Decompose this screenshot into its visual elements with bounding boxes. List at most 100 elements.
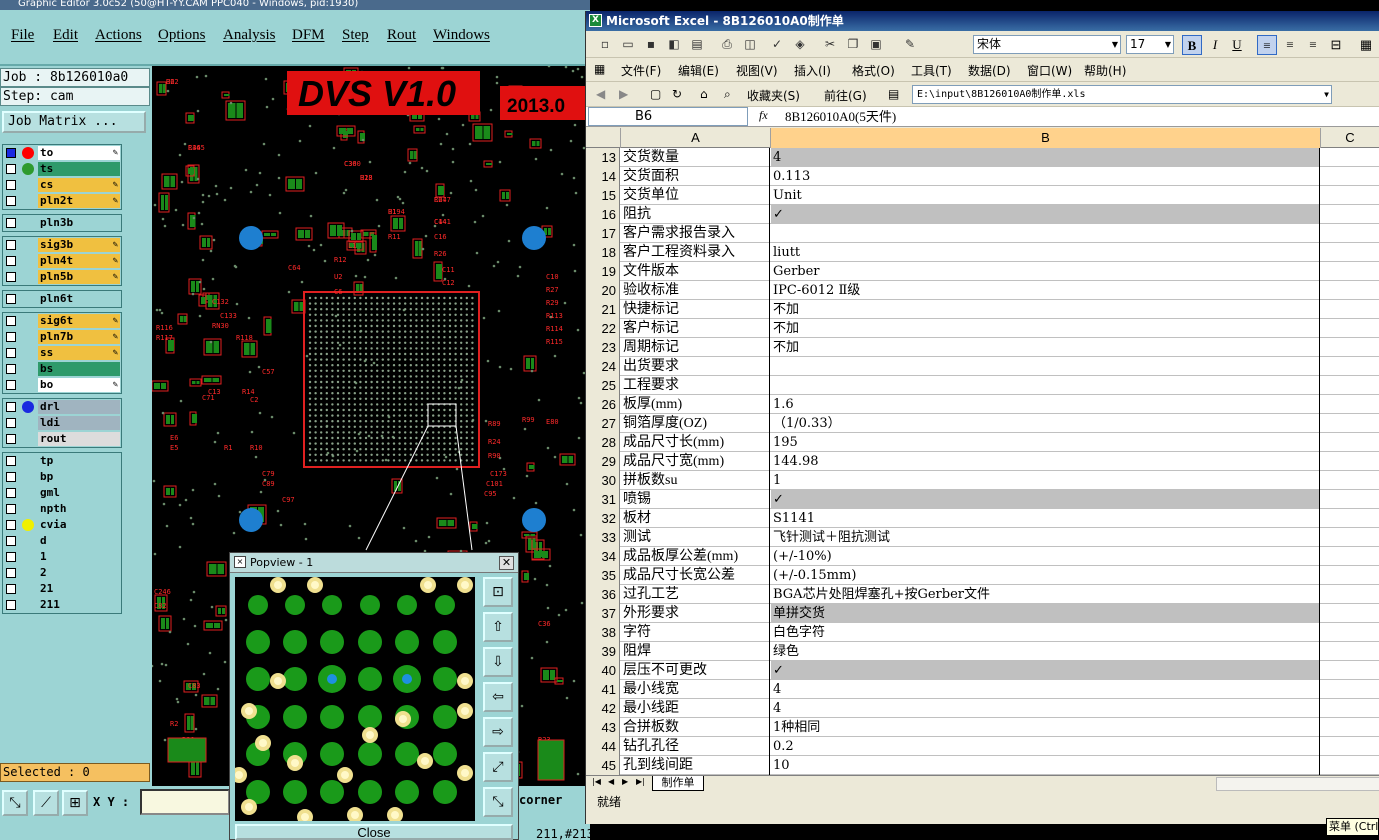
layer-row-pln7b[interactable]: pln7b ✎ [3,329,123,345]
layer-row-rout[interactable]: rout [3,431,123,447]
row-header[interactable]: 15 [586,186,620,205]
cell-a[interactable]: 字符 [621,623,770,642]
row-header[interactable]: 45 [586,756,620,775]
cell-a[interactable]: 钻孔孔径 [621,737,770,756]
cell-a[interactable]: 成品尺寸长(mm) [621,433,770,452]
row-header[interactable]: 40 [586,661,620,680]
cell-a[interactable]: 最小线宽 [621,680,770,699]
align-left-icon[interactable]: ≡ [1257,35,1277,55]
layer-row-bp[interactable]: bp [3,469,123,485]
row-header[interactable]: 21 [586,300,620,319]
edit-layer-icon[interactable]: ✎ [113,238,118,252]
layer-checkbox[interactable] [6,364,16,374]
row-header[interactable]: 19 [586,262,620,281]
cell-c[interactable] [1321,547,1379,566]
address-input[interactable]: E:\input\8B126010A0制作单.xls ▼ [912,85,1332,104]
menu-file-cn[interactable]: 文件(F) [621,62,661,79]
layer-checkbox[interactable] [6,402,16,412]
cell-a[interactable]: 文件版本 [621,262,770,281]
show-web-toolbar-icon[interactable]: ▤ [888,87,899,101]
cell-b[interactable]: (+/-0.15mm) [771,566,1320,585]
cell-b[interactable]: (+/-10%) [771,547,1320,566]
cell-a[interactable]: 板材 [621,509,770,528]
fit-icon[interactable]: ⊡ [483,577,513,607]
goto-menu[interactable]: 前往(G) [824,87,867,104]
zoom-out-icon[interactable]: ⤡ [483,787,513,817]
grid-icon[interactable]: ⊞ [62,790,88,816]
layer-name[interactable]: 211 [38,598,120,612]
fx-icon[interactable]: fx [759,108,768,123]
layer-row-sig6t[interactable]: sig6t ✎ [3,313,123,329]
cell-c[interactable] [1321,680,1379,699]
edit-layer-icon[interactable]: ✎ [113,378,118,392]
layer-name[interactable]: pln5b ✎ [38,270,120,284]
format-painter-icon[interactable]: ✎ [901,36,919,53]
cell-c[interactable] [1321,376,1379,395]
cell-a[interactable]: 外形要求 [621,604,770,623]
row-header[interactable]: 16 [586,205,620,224]
cell-b[interactable]: 不加 [771,338,1320,357]
tab-first-icon[interactable]: |◀ [592,777,601,786]
menu-options[interactable]: Options [158,27,206,44]
layer-name[interactable]: sig3b ✎ [38,238,120,252]
back-icon[interactable]: ◀ [596,87,605,101]
layer-name[interactable]: bo ✎ [38,378,120,392]
layer-name[interactable]: cvia [38,518,120,532]
layer-checkbox[interactable] [6,584,16,594]
edit-layer-icon[interactable]: ✎ [113,346,118,360]
cell-b[interactable] [771,224,1320,243]
align-right-icon[interactable]: ≡ [1303,35,1323,55]
cell-b[interactable]: ✓ [771,490,1320,509]
cell-b[interactable]: liutt [771,243,1320,262]
layer-checkbox[interactable] [6,348,16,358]
cell-c[interactable] [1321,756,1379,775]
horizontal-scrollbar[interactable] [1216,777,1379,791]
cell-c[interactable] [1321,737,1379,756]
layer-name[interactable]: bs [38,362,120,376]
layer-row-211[interactable]: 211 [3,597,123,613]
worksheet-menu-icon[interactable]: ▦ [594,62,605,76]
row-header[interactable]: 36 [586,585,620,604]
cell-a[interactable]: 交货单位 [621,186,770,205]
layer-row-pln2t[interactable]: pln2t ✎ [3,193,123,209]
layer-row-pln4t[interactable]: pln4t ✎ [3,253,123,269]
row-header[interactable]: 13 [586,148,620,167]
popview-canvas[interactable] [235,577,475,821]
layer-name[interactable]: d [38,534,120,548]
edit-layer-icon[interactable]: ✎ [113,194,118,208]
cell-c[interactable] [1321,243,1379,262]
layer-checkbox[interactable] [6,380,16,390]
sheet-grid[interactable]: 13 交货数量 4 14 交货面积 0.113 15 交货单位 Unit 16 阻抗 ✓ 17 客户需求报… [586,148,1379,775]
layer-name[interactable]: cs ✎ [38,178,120,192]
layer-checkbox[interactable] [6,180,16,190]
cell-b[interactable]: 单拼交货 [771,604,1320,623]
menu-step[interactable]: Step [342,27,369,44]
layer-name[interactable]: rout [38,432,120,446]
align-center-icon[interactable]: ≡ [1280,35,1300,55]
row-header[interactable]: 20 [586,281,620,300]
cell-c[interactable] [1321,357,1379,376]
cell-a[interactable]: 测试 [621,528,770,547]
layer-row-bo[interactable]: bo ✎ [3,377,123,393]
layer-name[interactable]: ss ✎ [38,346,120,360]
cell-c[interactable] [1321,490,1379,509]
cell-a[interactable]: 成品板厚公差(mm) [621,547,770,566]
row-header[interactable]: 23 [586,338,620,357]
layer-name[interactable]: 1 [38,550,120,564]
layer-row-gml[interactable]: gml [3,485,123,501]
menu-rout[interactable]: Rout [387,27,416,44]
forward-icon[interactable]: ▶ [619,87,628,101]
menu-windows[interactable]: Windows [433,27,490,44]
cell-a[interactable]: 最小线距 [621,699,770,718]
cell-a[interactable]: 客户工程资料录入 [621,243,770,262]
cell-b[interactable]: 1.6 [771,395,1320,414]
pan-left-icon[interactable]: ⇦ [483,682,513,712]
layer-checkbox[interactable] [6,488,16,498]
row-header[interactable]: 34 [586,547,620,566]
close-icon[interactable]: ✕ [499,556,514,570]
cell-b[interactable]: 不加 [771,319,1320,338]
row-header[interactable]: 38 [586,623,620,642]
layer-checkbox[interactable] [6,456,16,466]
row-header[interactable]: 27 [586,414,620,433]
cell-b[interactable]: 0.2 [771,737,1320,756]
